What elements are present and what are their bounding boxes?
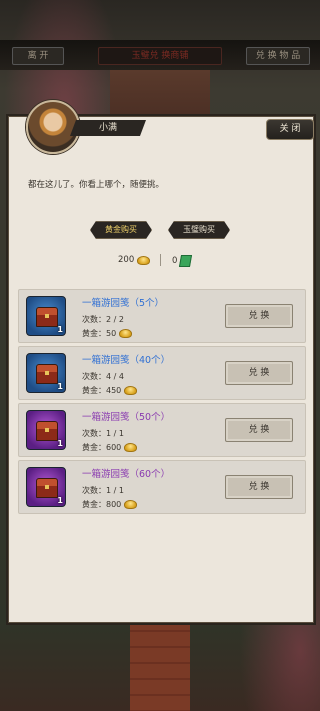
- gold-ingot-icon: [124, 386, 138, 395]
- chest-icon: [36, 478, 58, 498]
- item-title: 一箱游园笺（50个）: [82, 412, 171, 423]
- npc-dialog-text: 都在这儿了。你看上哪个，随便挑。: [28, 180, 165, 190]
- shop-item: 1 一箱游园笺（5个） 次数：2 / 2 黄金：50 兑 换: [18, 289, 306, 343]
- gold-ingot-icon: [137, 255, 151, 265]
- item-title: 一箱游园笺（60个）: [82, 469, 171, 480]
- leave-button[interactable]: 离 开: [12, 47, 64, 65]
- chest-icon: [36, 364, 58, 384]
- gold-ingot-icon: [124, 500, 138, 509]
- npc-avatar: [26, 100, 80, 154]
- exchange-button[interactable]: 兑 换: [225, 475, 293, 499]
- item-price-label: 黄金：450: [82, 386, 122, 395]
- shop-item: 1 一箱游园笺（50个） 次数：1 / 1 黄金：600 兑 换: [18, 403, 306, 457]
- exchange-button[interactable]: 兑 换: [225, 361, 293, 385]
- currency-divider: [160, 254, 161, 266]
- exchange-button[interactable]: 兑 换: [225, 304, 293, 328]
- item-icon-frame[interactable]: 1: [26, 410, 66, 450]
- item-icon-frame[interactable]: 1: [26, 296, 66, 336]
- item-quantity-badge: 1: [57, 439, 63, 448]
- gold-balance-value: 200: [118, 255, 135, 265]
- item-price: 黄金：800: [82, 499, 138, 510]
- item-price-label: 黄金：800: [82, 500, 122, 509]
- chest-icon: [36, 421, 58, 441]
- gold-ingot-icon: [119, 329, 133, 338]
- item-price: 黄金：450: [82, 385, 138, 396]
- item-price-label: 黄金：600: [82, 443, 122, 452]
- item-quantity-badge: 1: [57, 382, 63, 391]
- item-price: 黄金：50: [82, 328, 133, 339]
- gold-balance: 200: [118, 255, 151, 265]
- close-button[interactable]: 关 闭: [266, 119, 314, 140]
- item-count: 次数：1 / 1: [82, 429, 124, 438]
- item-count: 次数：1 / 1: [82, 486, 124, 495]
- exchange-button[interactable]: 兑 换: [225, 418, 293, 442]
- item-count: 次数：2 / 2: [82, 315, 124, 324]
- jade-note-icon: [179, 255, 193, 267]
- chest-icon: [36, 307, 58, 327]
- item-icon-frame[interactable]: 1: [26, 353, 66, 393]
- tab-gold-purchase[interactable]: 黄金购买: [90, 221, 152, 239]
- item-title: 一箱游园笺（40个）: [82, 355, 171, 366]
- shop-item: 1 一箱游园笺（60个） 次数：1 / 1 黄金：800 兑 换: [18, 460, 306, 514]
- gold-ingot-icon: [124, 443, 138, 452]
- background-path: [110, 70, 210, 118]
- jade-balance-value: 0: [172, 256, 178, 266]
- exchange-items-button[interactable]: 兑 换 物 品: [246, 47, 310, 65]
- item-quantity-badge: 1: [57, 496, 63, 505]
- jade-balance: 0: [172, 255, 193, 267]
- npc-name-plate: 小满: [70, 120, 146, 136]
- item-title: 一箱游园笺（5个）: [82, 298, 165, 309]
- item-count: 次数：4 / 4: [82, 372, 124, 381]
- item-icon-frame[interactable]: 1: [26, 467, 66, 507]
- item-price-label: 黄金：50: [82, 329, 117, 338]
- shop-item: 1 一箱游园笺（40个） 次数：4 / 4 黄金：450 兑 换: [18, 346, 306, 400]
- item-quantity-badge: 1: [57, 325, 63, 334]
- shop-title-bar: 玉璧兑 换商铺: [98, 47, 222, 65]
- item-price: 黄金：600: [82, 442, 138, 453]
- tab-jade-purchase[interactable]: 玉璧购买: [168, 221, 230, 239]
